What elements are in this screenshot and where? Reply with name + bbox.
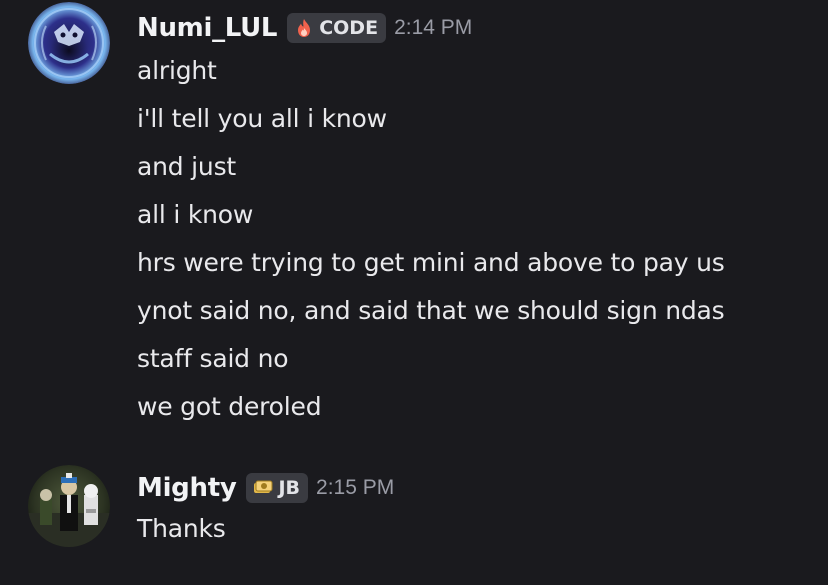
message-line[interactable]: hrs were trying to get mini and above to…	[137, 239, 725, 287]
message-line[interactable]: and just	[137, 143, 725, 191]
username[interactable]: Numi_LUL	[137, 13, 278, 43]
timestamp[interactable]: 2:14 PM	[394, 16, 472, 40]
avatar-image	[28, 465, 110, 547]
message-line[interactable]: alright	[137, 47, 725, 95]
message-line[interactable]: we got deroled	[137, 383, 725, 431]
money-icon	[252, 477, 274, 499]
message-content: alright i'll tell you all i know and jus…	[137, 47, 725, 431]
guild-tag-label: CODE	[319, 17, 379, 39]
avatar-image	[28, 2, 110, 84]
message-content: Thanks	[137, 505, 226, 553]
message-line[interactable]: i'll tell you all i know	[137, 95, 725, 143]
message-header: Mighty JB 2:15 PM	[137, 470, 394, 506]
fire-icon	[293, 17, 315, 39]
message-line[interactable]: Thanks	[137, 505, 226, 553]
message-header: Numi_LUL CODE 2:14 PM	[137, 10, 472, 46]
timestamp[interactable]: 2:15 PM	[316, 476, 394, 500]
message-line[interactable]: all i know	[137, 191, 725, 239]
guild-tag-label: JB	[278, 477, 301, 499]
message-line[interactable]: ynot said no, and said that we should si…	[137, 287, 725, 335]
message-line[interactable]: staff said no	[137, 335, 725, 383]
guild-tag[interactable]: JB	[246, 473, 309, 503]
avatar[interactable]	[28, 2, 110, 84]
avatar[interactable]	[28, 465, 110, 547]
guild-tag[interactable]: CODE	[287, 13, 387, 43]
username[interactable]: Mighty	[137, 473, 237, 503]
